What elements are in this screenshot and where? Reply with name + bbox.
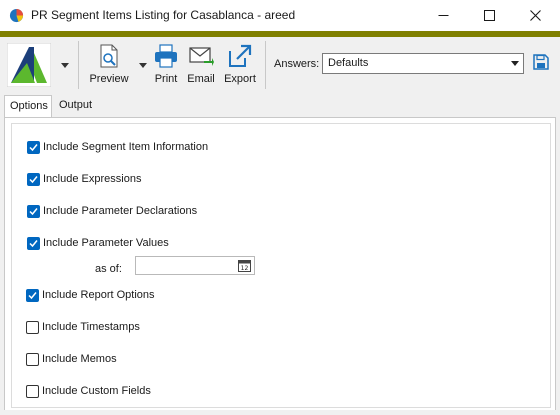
export-button[interactable]: Export [221, 41, 259, 89]
window-title: PR Segment Items Listing for Casablanca … [31, 8, 296, 22]
checkmark-icon [29, 239, 38, 247]
company-logo[interactable] [7, 43, 51, 87]
checkmark-icon [29, 207, 38, 215]
preview-dropdown-icon[interactable] [138, 60, 148, 70]
checkmark-icon [29, 175, 38, 183]
maximize-button[interactable] [466, 0, 512, 31]
floppy-disk-icon[interactable] [533, 54, 549, 70]
include-segment-item-information-checkbox[interactable]: Include Segment Item Information [27, 139, 208, 155]
checkbox-box[interactable] [27, 204, 40, 218]
checkbox-label: Include Parameter Values [43, 237, 169, 249]
logo-dropdown-icon[interactable] [60, 60, 70, 70]
tab-output[interactable]: Output [54, 95, 98, 116]
preview-button[interactable]: Preview [87, 41, 131, 89]
toolbar-separator [78, 41, 79, 89]
checkmark-icon [29, 143, 38, 151]
report-window: PR Segment Items Listing for Casablanca … [0, 0, 560, 415]
document-search-icon [100, 44, 118, 68]
minimize-icon [438, 15, 448, 16]
checkbox-box[interactable] [27, 172, 40, 186]
toolbar-separator [265, 41, 266, 89]
window-bottom-edge [0, 410, 560, 415]
print-button[interactable]: Print [151, 41, 181, 89]
maximize-icon [483, 10, 495, 21]
options-panel: Include Segment Item Information Include… [4, 117, 556, 412]
svg-text:12: 12 [241, 265, 249, 272]
export-arrow-icon [229, 44, 252, 67]
include-parameter-declarations-checkbox[interactable]: Include Parameter Declarations [27, 203, 197, 219]
answers-select[interactable]: Defaults [322, 53, 524, 74]
print-label: Print [154, 73, 178, 85]
email-label: Email [187, 73, 215, 85]
minimize-button[interactable] [420, 0, 466, 31]
calendar-icon[interactable]: 12 [238, 259, 251, 272]
answers-label: Answers: [274, 58, 320, 70]
checkbox-label: Include Segment Item Information [43, 141, 209, 153]
include-expressions-checkbox[interactable]: Include Expressions [27, 171, 141, 187]
envelope-icon [189, 47, 214, 66]
tab-strip: Options Output [0, 95, 560, 117]
chevron-down-icon [511, 61, 519, 66]
checkbox-label: Include Expressions [43, 173, 142, 185]
email-button[interactable]: Email [185, 41, 217, 89]
export-label: Export [224, 73, 256, 85]
as-of-label: as of: [95, 263, 122, 275]
answers-value: Defaults [328, 57, 369, 69]
tab-options[interactable]: Options [4, 95, 52, 117]
include-parameter-values-checkbox[interactable]: Include Parameter Values [27, 235, 169, 251]
printer-icon [155, 44, 177, 68]
options-group [11, 123, 551, 408]
close-icon [529, 10, 541, 21]
checkbox-box[interactable] [27, 140, 40, 154]
close-button[interactable] [512, 0, 558, 31]
title-bar: PR Segment Items Listing for Casablanca … [0, 0, 560, 31]
toolbar: Preview Print Email Export Answers: Defa… [0, 37, 560, 93]
as-of-date-input[interactable]: 12 [135, 256, 255, 275]
checkbox-label: Include Parameter Declarations [43, 205, 198, 217]
checkbox-box[interactable] [27, 236, 40, 250]
pie-chart-icon [9, 8, 24, 23]
preview-label: Preview [89, 73, 129, 85]
